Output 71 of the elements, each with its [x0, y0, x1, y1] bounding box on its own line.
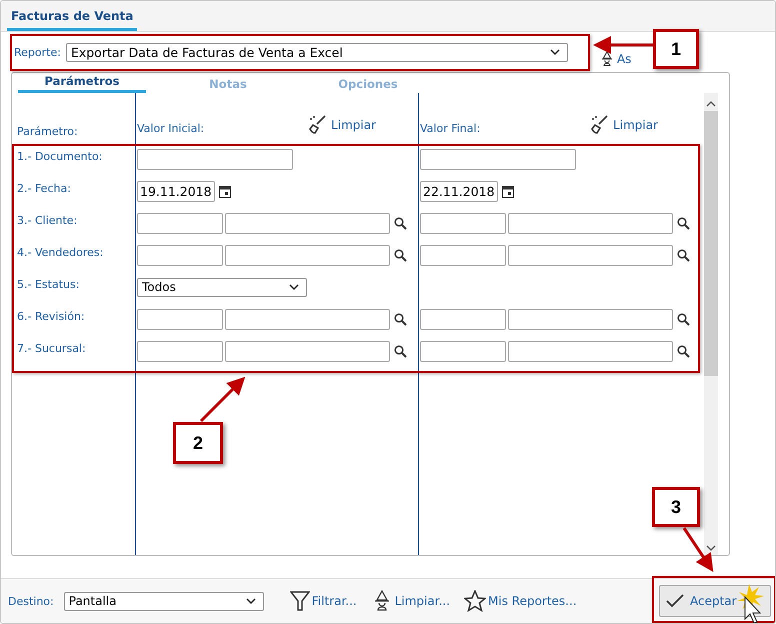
search-icon[interactable]	[394, 216, 407, 230]
search-icon[interactable]	[677, 248, 690, 262]
name-field[interactable]	[225, 340, 390, 362]
filter-button[interactable]: Filtrar...	[290, 590, 357, 612]
column-header: Parámetro:	[17, 125, 78, 138]
input-field[interactable]	[137, 148, 293, 170]
my-reports-button[interactable]: Mis Reportes...	[464, 590, 577, 612]
tab[interactable]: Parámetros	[18, 74, 146, 93]
code-field[interactable]	[137, 340, 223, 362]
calendar-icon[interactable]	[502, 184, 514, 198]
search-icon[interactable]	[394, 344, 407, 358]
clear-button[interactable]: Limpiar	[590, 115, 658, 135]
name-field[interactable]	[508, 340, 673, 362]
callout-number: 3	[652, 487, 700, 527]
search-icon[interactable]	[677, 344, 690, 358]
date-field[interactable]: 22.11.2018	[420, 180, 498, 202]
code-field[interactable]	[137, 212, 223, 234]
code-field[interactable]	[420, 244, 506, 266]
caret-icon	[289, 284, 299, 290]
parameter-label: 1.- Documento:	[17, 150, 102, 162]
annotation-arrow	[682, 527, 714, 572]
search-icon[interactable]	[677, 312, 690, 326]
code-field[interactable]	[420, 212, 506, 234]
broom-icon	[308, 115, 328, 135]
assistant-button[interactable]: As	[598, 51, 632, 72]
calendar-icon[interactable]	[219, 184, 231, 198]
name-field[interactable]	[508, 244, 673, 266]
clear-button[interactable]: Limpiar...	[370, 590, 450, 612]
star-icon	[464, 590, 486, 612]
parameter-label: 2.- Fecha:	[17, 182, 71, 194]
code-field[interactable]	[137, 244, 223, 266]
code-field[interactable]	[420, 308, 506, 330]
destination-label: Destino:	[8, 594, 54, 608]
name-field[interactable]	[508, 212, 673, 234]
date-field[interactable]: 19.11.2018	[137, 180, 215, 202]
clear-button[interactable]: Limpiar	[308, 115, 376, 135]
code-field[interactable]	[420, 340, 506, 362]
caret-icon	[246, 598, 256, 604]
window-tab[interactable]: Facturas de Venta	[7, 9, 138, 31]
report-select[interactable]: Exportar Data de Facturas de Venta a Excel	[66, 42, 568, 62]
search-icon[interactable]	[394, 248, 407, 262]
name-field[interactable]	[225, 244, 390, 266]
report-label: Reporte:	[14, 46, 61, 58]
check-icon	[666, 594, 684, 608]
parameter-label: 6.- Revisión:	[17, 310, 85, 322]
parameter-label: 5.- Estatus:	[17, 278, 80, 290]
code-field[interactable]	[137, 308, 223, 330]
parameter-label: 3.- Cliente:	[17, 214, 78, 226]
input-field[interactable]	[420, 148, 576, 170]
scroll-up-icon[interactable]	[706, 101, 716, 107]
callout-number: 1	[653, 29, 699, 69]
annotation-arrow	[593, 36, 653, 54]
column-header: Valor Final:	[420, 122, 480, 135]
name-field[interactable]	[225, 212, 390, 234]
parameter-label: 4.- Vendedores:	[17, 246, 104, 258]
caret-icon	[550, 49, 560, 55]
status-select[interactable]: Todos	[137, 278, 307, 296]
name-field[interactable]	[508, 308, 673, 330]
destination-select[interactable]: Pantalla	[64, 592, 264, 610]
scroll-down-icon[interactable]	[706, 545, 716, 551]
column-header: Valor Inicial:	[137, 122, 204, 135]
scrollbar[interactable]	[704, 93, 718, 555]
callout-number: 2	[173, 422, 223, 464]
broom-icon	[590, 115, 610, 135]
parameter-label: 7.- Sucursal:	[17, 342, 86, 354]
name-field[interactable]	[225, 308, 390, 330]
search-icon[interactable]	[677, 216, 690, 230]
annotation-arrow	[200, 376, 246, 422]
search-icon[interactable]	[394, 312, 407, 326]
filter-icon	[290, 590, 310, 612]
accept-button[interactable]: Aceptar	[659, 585, 771, 617]
